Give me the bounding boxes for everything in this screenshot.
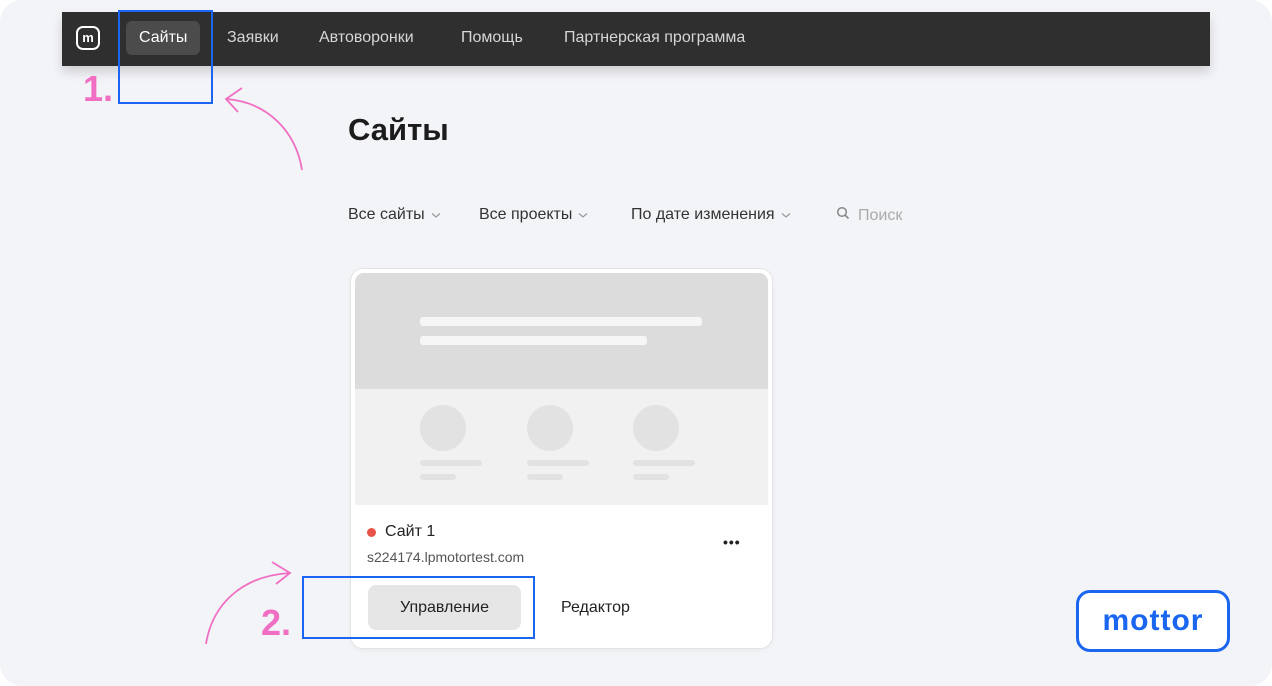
preview-circle xyxy=(420,405,466,451)
more-options-icon[interactable]: ••• xyxy=(723,534,741,550)
logo-letter: m xyxy=(82,30,94,45)
mottor-brand-logo: mottor xyxy=(1076,590,1230,652)
filter-all-projects[interactable]: Все проекты xyxy=(479,206,588,224)
filter-all-projects-label: Все проекты xyxy=(479,206,573,223)
highlight-box-step-2 xyxy=(302,576,535,639)
nav-item-autofunnels[interactable]: Автоворонки xyxy=(319,21,414,55)
nav-item-requests[interactable]: Заявки xyxy=(227,21,279,55)
site-name-label: Сайт 1 xyxy=(385,523,436,540)
preview-line xyxy=(420,460,482,466)
chevron-down-icon xyxy=(781,210,791,220)
page-title: Сайты xyxy=(348,112,449,147)
preview-line xyxy=(633,474,669,480)
preview-heading-bar xyxy=(420,317,702,326)
search-field[interactable]: Поиск xyxy=(836,206,902,225)
preview-line xyxy=(527,474,563,480)
chevron-down-icon xyxy=(578,210,588,220)
highlight-box-step-1 xyxy=(118,10,213,104)
editor-button[interactable]: Редактор xyxy=(561,585,630,630)
step-1-label: 1. xyxy=(83,68,114,109)
chevron-down-icon xyxy=(431,210,441,220)
top-navbar: m Сайты Заявки Автоворонки Помощь Партне… xyxy=(62,12,1210,66)
filter-sort-by-date[interactable]: По дате изменения xyxy=(631,206,791,224)
site-url[interactable]: s224174.lpmotortest.com xyxy=(367,549,524,565)
app-frame: m Сайты Заявки Автоворонки Помощь Партне… xyxy=(0,0,1272,686)
search-placeholder: Поиск xyxy=(858,206,903,224)
site-name[interactable]: Сайт 1 xyxy=(367,523,435,541)
preview-line xyxy=(633,460,695,466)
preview-hero xyxy=(355,273,768,389)
filter-all-sites[interactable]: Все сайты xyxy=(348,206,441,224)
arrow-step-1-icon xyxy=(224,87,303,171)
status-dot xyxy=(367,527,376,537)
arrow-step-2-icon xyxy=(205,561,292,645)
preview-line xyxy=(420,474,456,480)
brand-text: mottor xyxy=(1102,604,1204,637)
site-preview-thumbnail[interactable] xyxy=(355,273,768,505)
nav-item-help[interactable]: Помощь xyxy=(461,21,523,55)
preview-circle xyxy=(633,405,679,451)
filter-sort-label: По дате изменения xyxy=(631,206,775,223)
search-icon xyxy=(836,206,850,225)
preview-line xyxy=(527,460,589,466)
app-logo-icon[interactable]: m xyxy=(76,26,100,50)
preview-subheading-bar xyxy=(420,336,647,345)
nav-item-partner-program[interactable]: Партнерская программа xyxy=(564,21,745,55)
preview-circle xyxy=(527,405,573,451)
filter-all-sites-label: Все сайты xyxy=(348,206,425,223)
